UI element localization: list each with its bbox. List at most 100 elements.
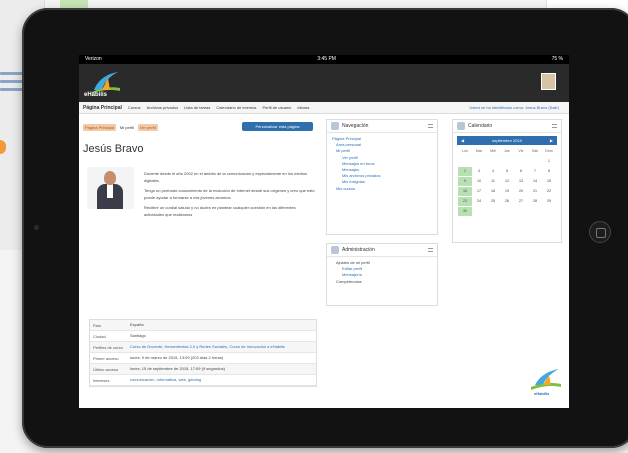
detail-key: Perfiles de curso bbox=[93, 344, 123, 350]
main-content: Página Principal Mi perfil Ver perfil Pe… bbox=[83, 119, 563, 408]
nav-item-calendario[interactable]: Calendario de eventos bbox=[216, 105, 256, 110]
breadcrumb-view-profile[interactable]: Ver perfil bbox=[137, 124, 158, 131]
calendar-icon bbox=[457, 122, 465, 130]
calendar-day[interactable]: 19 bbox=[500, 187, 514, 196]
calendar-day[interactable]: 13 bbox=[514, 177, 528, 186]
calendar-day[interactable]: 10 bbox=[472, 177, 486, 186]
breadcrumb: Página Principal Mi perfil Ver perfil bbox=[83, 124, 158, 131]
calendar-day[interactable]: 16 bbox=[458, 187, 472, 196]
calendar-day[interactable]: 23 bbox=[458, 197, 472, 206]
profile-details-table: País España Ciudad Santiago Perfiles de … bbox=[89, 319, 317, 387]
calendar-weekday: Mié bbox=[490, 149, 496, 153]
calendar-day[interactable]: 11 bbox=[486, 177, 500, 186]
table-row: País España bbox=[90, 320, 316, 331]
calendar-weekday: Vie bbox=[518, 149, 524, 153]
footer-logo-icon[interactable] bbox=[527, 367, 565, 393]
course-profiles-link[interactable]: Curso de Docente, Herramientas 2.0 y Red… bbox=[130, 342, 316, 352]
calendar-day[interactable]: 2 bbox=[458, 167, 472, 176]
detail-value: España bbox=[130, 322, 144, 328]
calendar-day[interactable]: 21 bbox=[528, 187, 542, 196]
logged-in-user[interactable]: Usted se ha identificado como: Jesús Bra… bbox=[469, 105, 559, 110]
navigation-block: Navegación Página Principal Área persona… bbox=[326, 119, 438, 235]
breadcrumb-profile[interactable]: Mi perfil bbox=[120, 125, 134, 130]
home-button[interactable] bbox=[589, 221, 611, 243]
clock: 3:45 PM bbox=[317, 56, 336, 62]
navigation-icon bbox=[331, 122, 339, 130]
profile-description: Docente desde el año 2002 en el ámbito d… bbox=[144, 171, 316, 223]
nav-item-idioma[interactable]: Idioma bbox=[297, 105, 309, 110]
detail-value: lunes, 9 de marzo de 2015, 13:09 (203 dí… bbox=[130, 355, 224, 361]
detail-value: Santiago bbox=[130, 333, 146, 339]
admin-competencies[interactable]: Competencias bbox=[332, 279, 432, 285]
calendar-weekday: Sáb bbox=[531, 149, 539, 153]
calendar-month[interactable]: septiembre 2015 bbox=[492, 138, 522, 143]
carrier: Verizon bbox=[85, 56, 102, 62]
navigation-title: Navegación bbox=[342, 123, 369, 129]
calendar-block: Calendario ◀ septiembre 2015 ▶ Lun Mar Mié… bbox=[452, 119, 562, 243]
main-navbar: Página Principal Cursos Archivos privado… bbox=[79, 102, 569, 114]
calendar-day bbox=[500, 157, 514, 166]
nav-item-tareas[interactable]: Lista de tareas bbox=[184, 105, 210, 110]
status-bar: Verizon 3:45 PM 75 % bbox=[79, 55, 569, 64]
bio-paragraph: Tengo un profundo conocimiento de la evo… bbox=[144, 188, 315, 200]
navigation-block-header: Navegación bbox=[327, 120, 437, 133]
nav-item-archivos[interactable]: Archivos privados bbox=[147, 105, 179, 110]
calendar-day[interactable]: 6 bbox=[514, 167, 528, 176]
calendar-weekday: Mar bbox=[475, 149, 483, 153]
calendar-day[interactable]: 15 bbox=[542, 177, 556, 186]
customize-page-button[interactable]: Personalizar esta página bbox=[242, 122, 313, 131]
calendar-day[interactable]: 29 bbox=[542, 197, 556, 206]
avatar[interactable] bbox=[541, 73, 556, 90]
calendar-day[interactable]: 7 bbox=[528, 167, 542, 176]
camera-icon bbox=[34, 225, 39, 230]
calendar-month-bar: ◀ septiembre 2015 ▶ bbox=[457, 136, 557, 145]
footer-site-name: eHabilis bbox=[534, 391, 550, 396]
calendar-weekday: Jue bbox=[504, 149, 510, 153]
calendar-day[interactable]: 26 bbox=[500, 197, 514, 206]
detail-key: Primer acceso bbox=[93, 355, 119, 361]
calendar-day[interactable]: 1 bbox=[542, 157, 556, 166]
calendar-block-header: Calendario bbox=[453, 120, 561, 133]
calendar-day[interactable]: 4 bbox=[486, 167, 500, 176]
calendar-day bbox=[472, 157, 486, 166]
calendar-day[interactable]: 14 bbox=[528, 177, 542, 186]
interests-link[interactable]: comunicación, informática, web, gaming bbox=[130, 375, 316, 385]
calendar-day[interactable]: 22 bbox=[542, 187, 556, 196]
table-row: Último acceso lunes, 15 de septiembre de… bbox=[90, 364, 316, 375]
calendar-day[interactable]: 27 bbox=[514, 197, 528, 206]
battery: 75 % bbox=[551, 56, 563, 62]
person-icon bbox=[97, 171, 123, 209]
table-row: Ciudad Santiago bbox=[90, 331, 316, 342]
site-name: eHabilis bbox=[84, 92, 108, 98]
administration-block: Administración Ajustes de mi perfil Edit… bbox=[326, 243, 438, 306]
calendar-day[interactable]: 28 bbox=[528, 197, 542, 206]
nav-item-cursos[interactable]: Cursos bbox=[128, 105, 141, 110]
administration-title: Administración bbox=[342, 247, 375, 253]
breadcrumb-home[interactable]: Página Principal bbox=[83, 124, 116, 131]
calendar-day[interactable]: 30 bbox=[458, 207, 472, 216]
nav-item-perfil[interactable]: Perfil de usuario bbox=[262, 105, 291, 110]
detail-value: lunes, 15 de septiembre de 2015, 17:09 (… bbox=[130, 366, 225, 372]
calendar-day[interactable]: 9 bbox=[458, 177, 472, 186]
detail-key: País bbox=[93, 322, 102, 328]
calendar-day[interactable]: 24 bbox=[472, 197, 486, 206]
bio-paragraph: Docente desde el año 2002 en el ámbito d… bbox=[144, 171, 307, 183]
calendar-day[interactable]: 5 bbox=[500, 167, 514, 176]
calendar-day[interactable]: 12 bbox=[500, 177, 514, 186]
profile-photo bbox=[87, 167, 134, 209]
calendar-day[interactable]: 20 bbox=[514, 187, 528, 196]
calendar-day[interactable]: 25 bbox=[486, 197, 500, 206]
calendar-day bbox=[528, 157, 542, 166]
prev-month-icon[interactable]: ◀ bbox=[461, 138, 464, 143]
calendar-day[interactable]: 3 bbox=[472, 167, 486, 176]
calendar-day[interactable]: 17 bbox=[472, 187, 486, 196]
calendar-day[interactable]: 8 bbox=[542, 167, 556, 176]
block-menu-icon[interactable] bbox=[428, 248, 433, 252]
nav-home[interactable]: Página Principal bbox=[83, 105, 122, 111]
next-month-icon[interactable]: ▶ bbox=[550, 138, 553, 143]
calendar-day[interactable]: 18 bbox=[486, 187, 500, 196]
block-menu-icon[interactable] bbox=[552, 124, 557, 128]
site-header: eHabilis bbox=[79, 64, 569, 102]
block-menu-icon[interactable] bbox=[428, 124, 433, 128]
nav-link-my-courses[interactable]: Mis cursos bbox=[332, 186, 432, 192]
